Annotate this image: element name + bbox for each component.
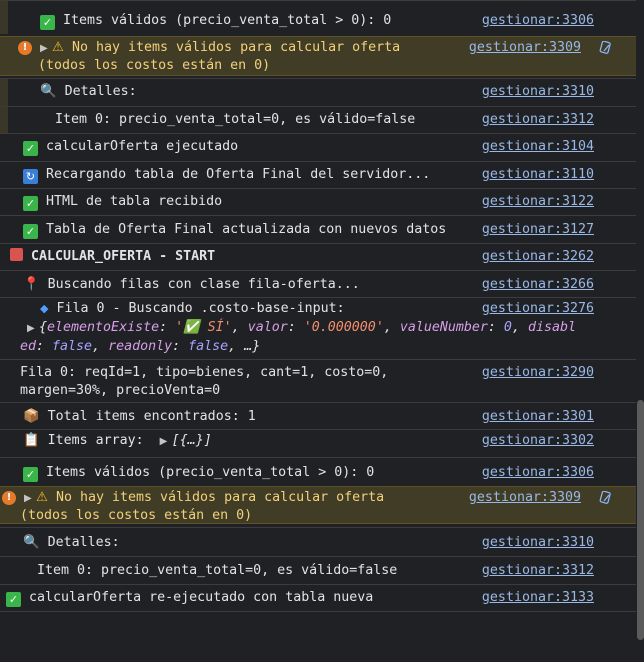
group-header-row[interactable]: CALCULAR_OFERTA - START gestionar:3262	[0, 243, 636, 270]
source-link[interactable]: gestionar:3301	[482, 408, 594, 426]
log-row: ✓ Tabla de Oferta Final actualizada con …	[0, 215, 636, 242]
check-icon: ✓	[6, 592, 21, 607]
source-link[interactable]: gestionar:3110	[482, 166, 594, 184]
log-row: Fila 0: reqId=1, tipo=bienes, cant=1, co…	[0, 359, 636, 402]
magnifier-icon: 🔍	[23, 535, 40, 550]
group-gutter	[0, 79, 8, 106]
log-message: ! ▶ ⚠ No hay items válidos para calcular …	[2, 489, 384, 508]
log-row: ✓ calcularOferta ejecutado gestionar:310…	[0, 133, 636, 160]
check-icon: ✓	[23, 141, 38, 156]
source-link[interactable]: gestionar:3127	[482, 221, 594, 239]
log-message-continuation: (todos los costos están en 0)	[20, 508, 253, 523]
log-row: 🔍 Detalles: gestionar:3310	[0, 78, 636, 106]
log-message: ✓ HTML de tabla recibido	[23, 193, 222, 211]
expand-triangle-icon[interactable]: ▶	[27, 320, 39, 338]
source-link[interactable]: gestionar:3312	[482, 562, 594, 580]
log-message: Fila 0: reqId=1, tipo=bienes, cant=1, co…	[20, 365, 389, 380]
log-row: ✓ Items válidos (precio_venta_total > 0)…	[0, 0, 636, 34]
expand-triangle-icon[interactable]: ▶	[24, 490, 36, 508]
warning-triangle-icon: ⚠	[52, 40, 64, 55]
log-row: ✓ Items válidos (precio_venta_total > 0)…	[0, 457, 636, 485]
source-link[interactable]: gestionar:3122	[482, 193, 594, 211]
log-row: 📍 Buscando filas con clase fila-oferta..…	[0, 270, 636, 297]
warning-row: ! ▶ ⚠ No hay items válidos para calcular …	[0, 486, 636, 524]
abacus-icon	[10, 248, 23, 261]
check-icon: ✓	[23, 196, 38, 211]
log-row: ✓ calcularOferta re-ejecutado con tabla …	[0, 584, 636, 612]
scrollbar-thumb[interactable]	[637, 400, 644, 640]
log-row: ↻ Recargando tabla de Oferta Final del s…	[0, 161, 636, 188]
log-row: ◆ Fila 0 - Buscando .costo-base-input: g…	[0, 297, 636, 359]
ai-explain-icon[interactable]	[599, 41, 613, 55]
expand-triangle-icon[interactable]: ▶	[40, 40, 52, 58]
log-row: Item 0: precio_venta_total=0, es válido=…	[0, 556, 636, 584]
diamond-icon: ◆	[40, 302, 49, 315]
log-row: 📋 Items array: ▶ [{…}] gestionar:3302	[0, 429, 636, 457]
object-preview[interactable]: ▶ {elementoExiste: '✅ SÍ', valor: '0.0000…	[27, 319, 576, 338]
array-preview[interactable]: [{…}]	[172, 433, 212, 448]
pin-icon: 📍	[23, 277, 40, 292]
log-message: ! ▶ ⚠ No hay items válidos para calcular …	[18, 39, 400, 58]
source-link[interactable]: gestionar:3312	[482, 111, 594, 129]
log-message: 📋 Items array: ▶ [{…}]	[23, 432, 212, 451]
log-row: 📦 Total items encontrados: 1 gestionar:3…	[0, 402, 636, 429]
log-message: Item 0: precio_venta_total=0, es válido=…	[55, 112, 416, 127]
check-icon: ✓	[40, 15, 55, 30]
log-message: 📦 Total items encontrados: 1	[23, 409, 256, 424]
log-message: ✓ Items válidos (precio_venta_total > 0)…	[23, 464, 374, 482]
source-link[interactable]: gestionar:3306	[482, 464, 594, 482]
source-link[interactable]: gestionar:3306	[482, 12, 594, 30]
source-link[interactable]: gestionar:3290	[482, 364, 594, 382]
source-link[interactable]: gestionar:3310	[482, 534, 594, 552]
log-row: 🔍 Detalles: gestionar:3310	[0, 527, 636, 556]
log-message: Item 0: precio_venta_total=0, es válido=…	[37, 563, 398, 578]
warning-row: ! ▶ ⚠ No hay items válidos para calcular …	[0, 36, 636, 76]
log-message-continuation: margen=30%, precioVenta=0	[20, 383, 221, 398]
source-link[interactable]: gestionar:3104	[482, 138, 594, 156]
log-message: ◆ Fila 0 - Buscando .costo-base-input:	[40, 301, 345, 316]
log-message: ✓ Tabla de Oferta Final actualizada con …	[23, 221, 446, 239]
source-link[interactable]: gestionar:3276	[482, 300, 594, 318]
log-row: ✓ HTML de tabla recibido gestionar:3122	[0, 188, 636, 215]
log-row: Item 0: precio_venta_total=0, es válido=…	[0, 106, 636, 133]
object-preview-continuation: ed: false, readonly: false, …}	[20, 339, 261, 354]
clipboard-icon: 📋	[23, 433, 40, 448]
package-icon: 📦	[23, 409, 40, 424]
expand-triangle-icon[interactable]: ▶	[160, 433, 172, 451]
log-message-continuation: (todos los costos están en 0)	[38, 58, 271, 73]
log-message: 📍 Buscando filas con clase fila-oferta..…	[23, 277, 360, 292]
warning-icon: !	[18, 41, 32, 55]
check-icon: ✓	[23, 467, 38, 482]
log-message: ✓ calcularOferta re-ejecutado con tabla …	[6, 589, 373, 607]
magnifier-icon: 🔍	[40, 84, 57, 99]
check-icon: ✓	[23, 224, 38, 239]
source-link[interactable]: gestionar:3309	[469, 39, 581, 57]
group-gutter	[0, 107, 8, 133]
log-message: ✓ Items válidos (precio_venta_total > 0)…	[40, 12, 391, 30]
log-message: CALCULAR_OFERTA - START	[10, 248, 215, 266]
source-link[interactable]: gestionar:3302	[482, 432, 594, 450]
reload-icon: ↻	[23, 169, 38, 184]
warning-triangle-icon: ⚠	[36, 490, 48, 505]
log-message: ↻ Recargando tabla de Oferta Final del s…	[23, 166, 430, 184]
log-message: ✓ calcularOferta ejecutado	[23, 138, 238, 156]
source-link[interactable]: gestionar:3310	[482, 83, 594, 101]
source-link[interactable]: gestionar:3309	[469, 489, 581, 507]
log-message: 🔍 Detalles:	[23, 535, 120, 550]
source-link[interactable]: gestionar:3133	[482, 589, 594, 607]
source-link[interactable]: gestionar:3262	[482, 248, 594, 266]
ai-explain-icon[interactable]	[599, 491, 613, 505]
warning-icon: !	[2, 491, 16, 505]
log-message: 🔍 Detalles:	[40, 84, 137, 99]
group-gutter	[0, 1, 8, 34]
source-link[interactable]: gestionar:3266	[482, 276, 594, 294]
